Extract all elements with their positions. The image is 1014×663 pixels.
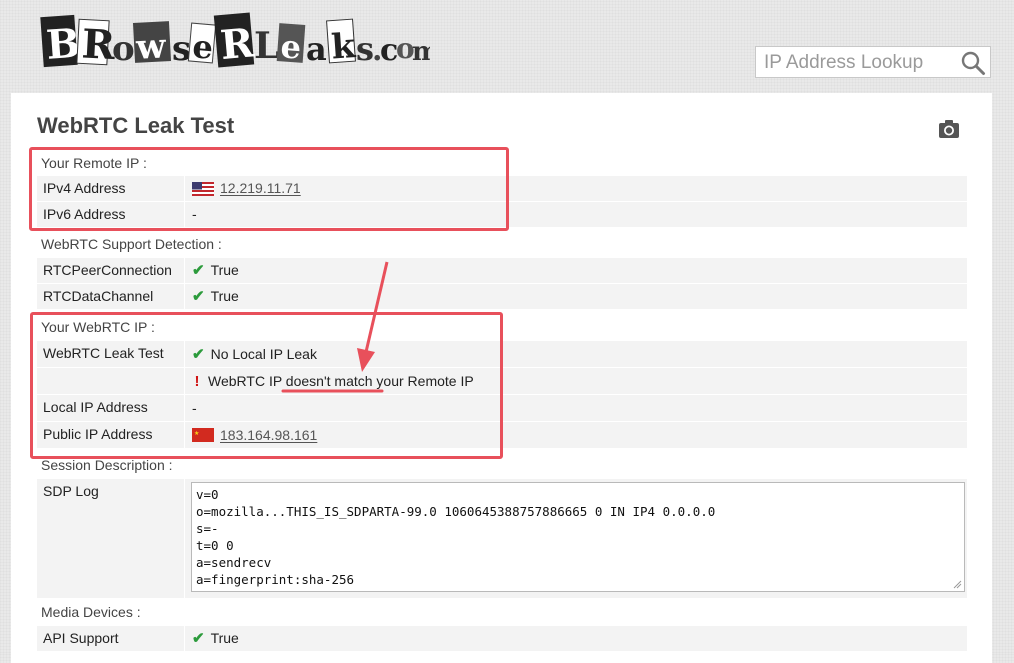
svg-text:R: R	[218, 19, 256, 69]
svg-text:a: a	[306, 30, 327, 68]
svg-text:o: o	[112, 29, 135, 69]
svg-text:w: w	[134, 26, 167, 68]
sdp-row: SDP Log v=0 o=mozilla...THIS_IS_SDPARTA-…	[37, 478, 967, 598]
rtcdata-row: RTCDataChannel ✔ True	[37, 283, 967, 309]
search-input[interactable]	[762, 50, 956, 76]
svg-text:e: e	[279, 27, 302, 66]
check-icon: ✔	[192, 288, 205, 305]
browserleaks-logo[interactable]: B R o w s e R L e a k s . c o m	[38, 10, 430, 74]
sdp-key: SDP Log	[37, 479, 185, 598]
support-label: WebRTC Support Detection :	[41, 236, 222, 252]
webrtc-ip-highlight-box	[30, 312, 503, 459]
rtcdata-value: True	[210, 288, 239, 304]
check-icon: ✔	[192, 262, 205, 279]
resize-grip-icon[interactable]	[952, 579, 962, 589]
sdp-textarea[interactable]: v=0 o=mozilla...THIS_IS_SDPARTA-99.0 106…	[191, 482, 965, 592]
svg-text:L: L	[254, 25, 279, 67]
camera-icon[interactable]	[938, 119, 960, 139]
svg-text:s: s	[172, 29, 191, 69]
svg-text:e: e	[191, 27, 215, 67]
media-label: Media Devices :	[41, 604, 141, 620]
ip-lookup-search[interactable]	[755, 46, 991, 78]
rtcpeer-value: True	[210, 262, 239, 278]
svg-text:k: k	[330, 26, 358, 68]
api-support-value: True	[210, 630, 239, 646]
svg-text:m: m	[412, 37, 430, 67]
rtcpeer-key: RTCPeerConnection	[37, 258, 185, 283]
rtcpeer-row: RTCPeerConnection ✔ True	[37, 257, 967, 283]
svg-text:B: B	[45, 20, 82, 69]
session-label: Session Description :	[41, 457, 173, 473]
sdp-text: v=0 o=mozilla...THIS_IS_SDPARTA-99.0 106…	[196, 487, 911, 591]
rtcdata-key: RTCDataChannel	[37, 284, 185, 309]
api-support-row: API Support ✔ True	[37, 625, 967, 651]
page-title: WebRTC Leak Test	[37, 113, 235, 138]
remote-ip-highlight-box	[29, 147, 509, 231]
search-icon[interactable]	[960, 50, 986, 76]
check-icon: ✔	[192, 630, 205, 647]
api-support-key: API Support	[37, 626, 185, 651]
